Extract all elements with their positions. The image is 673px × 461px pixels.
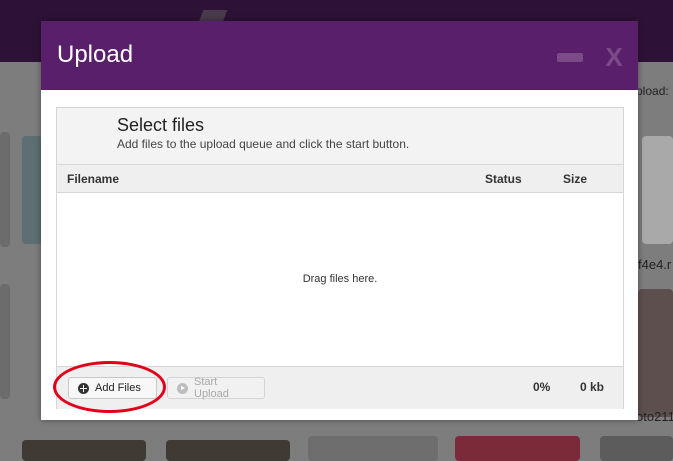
column-size: Size <box>563 172 588 186</box>
start-upload-label: Start Upload <box>194 376 229 400</box>
dropzone-hint: Drag files here. <box>302 273 378 285</box>
background-tile <box>638 289 673 417</box>
start-upload-button[interactable]: Start Upload <box>167 376 265 400</box>
add-files-button[interactable]: Add Files <box>68 377 157 399</box>
upload-total-size: 0 kb <box>580 380 605 394</box>
background-label: f4e4.r <box>638 257 672 272</box>
background-tile <box>600 436 673 461</box>
minimize-icon[interactable] <box>557 53 583 62</box>
background-tile <box>308 436 438 461</box>
uploader-title: Select files <box>117 115 205 135</box>
upload-dialog: Upload X Select files Add files to the u… <box>41 21 638 420</box>
dialog-title: Upload <box>57 41 134 68</box>
file-dropzone[interactable]: Drag files here. <box>57 193 623 366</box>
background-tile <box>0 284 10 399</box>
column-status: Status <box>485 172 522 186</box>
dialog-header: Upload X <box>41 21 638 90</box>
uploader-header: Select files Add files to the upload que… <box>57 108 623 165</box>
uploader-subtitle: Add files to the upload queue and click … <box>117 137 410 151</box>
background-tile <box>642 136 673 244</box>
background-tile <box>0 132 10 247</box>
background-tile <box>455 436 580 461</box>
file-uploader: Select files Add files to the upload que… <box>56 107 624 409</box>
add-files-label: Add Files <box>95 382 141 394</box>
background-label: oto211 <box>636 409 673 424</box>
column-filename: Filename <box>67 172 120 186</box>
background-tile <box>22 136 42 244</box>
play-circle-icon <box>177 382 188 394</box>
background-tile <box>166 440 290 461</box>
close-button[interactable]: X <box>601 43 627 71</box>
background-tile <box>22 440 146 461</box>
background-label: pload: <box>636 84 669 98</box>
plus-circle-icon <box>78 382 89 394</box>
uploader-footer: Add Files Start Upload 0% 0 kb <box>57 366 623 409</box>
file-list-header: Filename Status Size <box>57 165 623 193</box>
upload-progress: 0% <box>533 380 551 394</box>
